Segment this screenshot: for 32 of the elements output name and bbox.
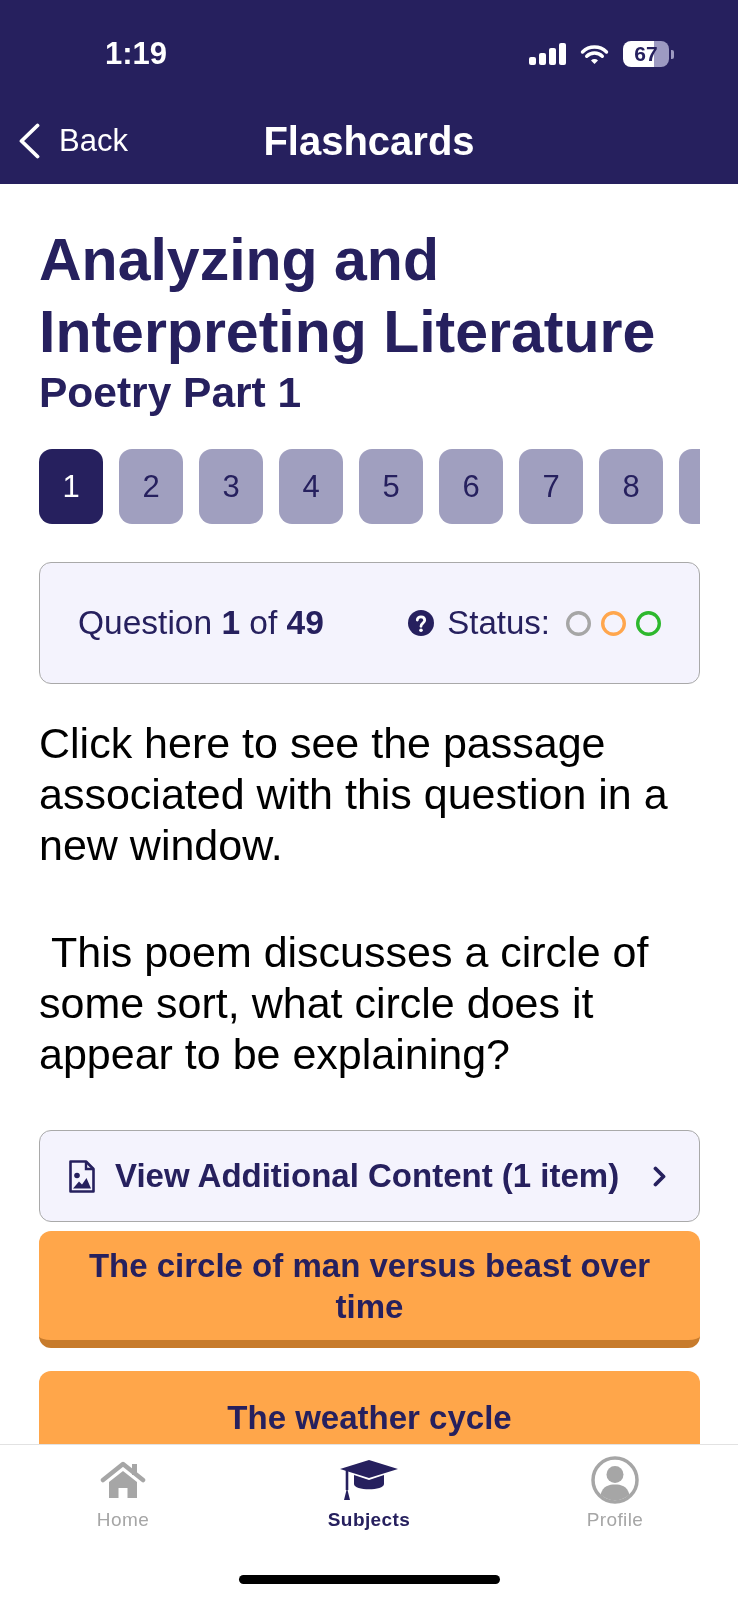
question-text: This poem discusses a circle of some sort, what circle does it appear to be explaining? xyxy=(39,927,650,1080)
help-icon[interactable] xyxy=(408,610,435,636)
question-number-tab[interactable] xyxy=(679,449,700,524)
question-number-tab[interactable]: 3 xyxy=(199,449,263,524)
question-number-tab[interactable]: 6 xyxy=(439,449,503,524)
image-file-icon xyxy=(69,1159,95,1193)
question-number-tab[interactable]: 1 xyxy=(39,449,103,524)
answer-option[interactable]: The weather cycle xyxy=(39,1371,700,1444)
profile-icon xyxy=(591,1456,639,1504)
nav-tab[interactable]: Subjects xyxy=(327,1445,411,1531)
deck-subtitle: Poetry Part 1 xyxy=(39,371,303,415)
answer-option[interactable]: The circle of man versus beast over time xyxy=(39,1231,700,1348)
question-number-tab[interactable]: 5 xyxy=(359,449,423,524)
graduation-cap-icon xyxy=(339,1459,399,1501)
house-icon xyxy=(100,1461,146,1499)
status-label: Status: xyxy=(447,604,550,642)
signal-icon xyxy=(529,43,566,65)
chevron-right-icon xyxy=(653,1165,666,1187)
wifi-icon xyxy=(579,43,610,65)
passage-link[interactable]: Click here to see the passage associated with this question in a new window. xyxy=(39,718,700,871)
battery-indicator: 67 xyxy=(623,41,674,67)
chevron-left-icon xyxy=(18,123,41,159)
additional-content-button[interactable]: View Additional Content (1 item) xyxy=(39,1130,700,1222)
question-number-tab[interactable]: 8 xyxy=(599,449,663,524)
question-number-tab[interactable]: 7 xyxy=(519,449,583,524)
deck-title: Analyzing and Interpreting Literature xyxy=(39,226,657,367)
screen-title: Flashcards xyxy=(263,118,475,164)
question-number-tab[interactable]: 2 xyxy=(119,449,183,524)
back-button[interactable]: Back xyxy=(18,123,128,159)
status-time: 1:19 xyxy=(103,36,168,72)
question-number-tab[interactable]: 4 xyxy=(279,449,343,524)
question-counter-text: Question 1 of 49 xyxy=(78,604,324,642)
